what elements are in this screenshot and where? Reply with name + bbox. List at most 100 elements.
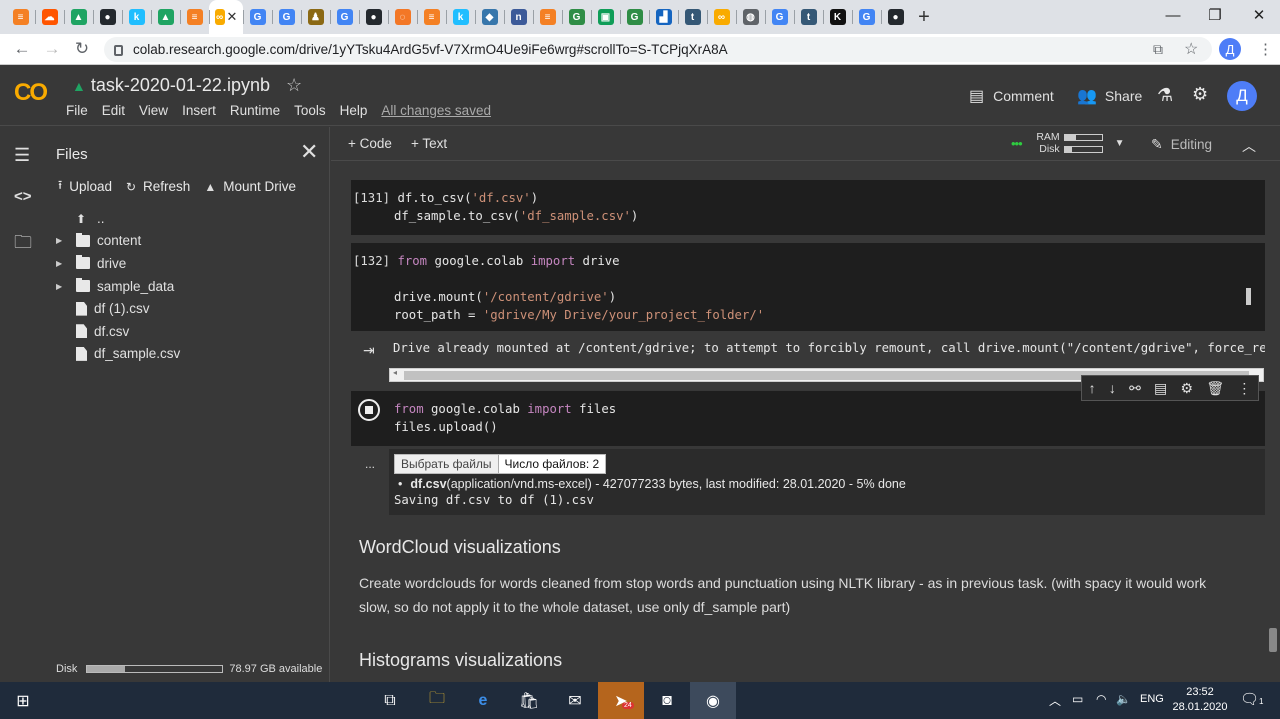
edge-browser-icon[interactable]: e — [460, 682, 506, 719]
menu-tools[interactable]: Tools — [294, 103, 326, 118]
file-item[interactable]: df (1).csv — [48, 297, 330, 320]
resources-indicator[interactable]: ••• RAM Disk ▼ — [1011, 131, 1125, 155]
files-folder-icon[interactable]: 🗀 — [14, 230, 32, 260]
menu-insert[interactable]: Insert — [182, 103, 216, 118]
folder-item[interactable]: ▶ sample_data — [48, 275, 330, 298]
code-cell-132[interactable]: [132] from google.colab import drive dri… — [351, 243, 1265, 331]
output-arrow-icon[interactable]: ⇥ — [363, 342, 375, 359]
browser-tab[interactable]: ≡ — [417, 0, 446, 34]
browser-tab[interactable]: G — [243, 0, 272, 34]
move-down-icon[interactable]: ↓ — [1109, 380, 1116, 396]
folder-item[interactable]: ▶ drive — [48, 252, 330, 275]
browser-tab[interactable]: ◌ — [388, 0, 417, 34]
close-tab-icon[interactable]: ✕ — [227, 9, 238, 25]
forward-icon[interactable]: → — [37, 34, 67, 64]
browser-tab[interactable]: k — [446, 0, 475, 34]
code-snippets-icon[interactable]: <> — [14, 188, 32, 205]
browser-tab[interactable]: n — [504, 0, 533, 34]
translate-icon[interactable]: ⧉ — [1153, 41, 1163, 58]
file-item[interactable]: df.csv — [48, 320, 330, 343]
browser-tab[interactable]: ◆ — [475, 0, 504, 34]
star-icon[interactable]: ☆ — [286, 75, 302, 96]
settings-gear-icon[interactable]: ⚙ — [1192, 84, 1208, 105]
file-chooser[interactable]: Выбрать файлы Число файлов: 2 — [394, 454, 607, 474]
browser-tab[interactable]: ● — [93, 0, 122, 34]
browser-tab[interactable]: G — [620, 0, 649, 34]
editing-mode-button[interactable]: ✎ Editing — [1151, 136, 1212, 153]
url-field[interactable]: colab.research.google.com/drive/1yYTsku4… — [104, 37, 1212, 62]
telegram-icon[interactable]: ➤ 24 — [598, 682, 644, 719]
comment-button[interactable]: ▤ Comment — [969, 86, 1054, 106]
bookmark-star-icon[interactable]: ☆ — [1184, 39, 1198, 59]
browser-tab-active[interactable]: ∞ ✕ — [209, 0, 243, 34]
browser-tab[interactable]: t — [794, 0, 823, 34]
menu-view[interactable]: View — [139, 103, 168, 118]
choose-files-button[interactable]: Выбрать файлы — [395, 455, 499, 473]
browser-tab[interactable]: ▲ — [151, 0, 180, 34]
browser-tab[interactable]: ≡ — [6, 0, 35, 34]
cell-scrollbar[interactable] — [1246, 288, 1251, 305]
browser-tab[interactable]: k — [122, 0, 151, 34]
tray-chevron-icon[interactable]: ︿ — [1049, 692, 1061, 709]
mail-icon[interactable]: ✉ — [552, 682, 598, 719]
scroll-left-icon[interactable]: ◂ — [393, 368, 397, 377]
wifi-icon[interactable]: ◠ — [1096, 692, 1106, 706]
table-of-contents-icon[interactable]: ☰ — [14, 145, 30, 166]
volume-icon[interactable]: 🔈 — [1116, 692, 1131, 706]
expand-arrow-icon[interactable]: ▶ — [56, 259, 64, 268]
browser-tab[interactable]: G — [272, 0, 301, 34]
browser-tab[interactable]: ▣ — [591, 0, 620, 34]
notebook-title[interactable]: task-2020-01-22.ipynb — [91, 75, 270, 96]
discord-icon[interactable]: ◙ — [644, 682, 690, 719]
mount-drive-button[interactable]: ▲ Mount Drive — [204, 176, 296, 197]
add-text-button[interactable]: + Text — [411, 136, 447, 151]
system-clock[interactable]: 23:52 28.01.2020 — [1168, 685, 1232, 715]
browser-tab[interactable]: t — [678, 0, 707, 34]
battery-icon[interactable]: ▭ — [1072, 692, 1083, 706]
stop-execution-icon[interactable] — [358, 399, 380, 421]
close-window-icon[interactable]: ✕ — [1236, 0, 1280, 30]
refresh-button[interactable]: ↻ Refresh — [126, 176, 190, 197]
browser-tab[interactable]: ● — [359, 0, 388, 34]
language-indicator[interactable]: ENG — [1140, 693, 1164, 705]
notifications-icon[interactable]: 🗨1 — [1240, 690, 1264, 708]
share-button[interactable]: 👥 Share — [1077, 86, 1142, 106]
add-code-button[interactable]: + Code — [348, 136, 392, 151]
menu-help[interactable]: Help — [340, 103, 368, 118]
expand-arrow-icon[interactable]: ▶ — [56, 236, 64, 245]
restore-window-icon[interactable]: ❐ — [1192, 0, 1238, 30]
saved-status[interactable]: All changes saved — [381, 103, 491, 118]
folder-item[interactable]: ▶ content — [48, 230, 330, 253]
menu-edit[interactable]: Edit — [102, 103, 125, 118]
file-explorer-icon[interactable]: 🗀 — [414, 682, 460, 719]
browser-tab[interactable]: ☁ — [35, 0, 64, 34]
browser-tab[interactable]: ▟ — [649, 0, 678, 34]
task-view-icon[interactable]: ⧉ — [367, 682, 413, 719]
windows-start-icon[interactable]: ⊞ — [0, 682, 46, 719]
browser-tab[interactable]: G — [562, 0, 591, 34]
chrome-icon[interactable]: ◉ — [690, 682, 736, 719]
browser-tab[interactable]: ● — [881, 0, 910, 34]
cell-settings-icon[interactable]: ⚙ — [1181, 380, 1194, 397]
delete-cell-icon[interactable]: 🗑 — [1206, 380, 1224, 397]
flask-icon[interactable]: ⚗ — [1157, 85, 1173, 106]
browser-menu-icon[interactable]: ⋮ — [1258, 40, 1273, 58]
menu-runtime[interactable]: Runtime — [230, 103, 280, 118]
new-tab-icon[interactable]: + — [910, 0, 938, 34]
parent-dir-item[interactable]: ⬆.. — [48, 207, 330, 230]
store-icon[interactable]: 🛍 — [506, 682, 552, 719]
minimize-window-icon[interactable]: — — [1150, 0, 1196, 30]
back-icon[interactable]: ← — [7, 34, 37, 64]
browser-tab[interactable]: ≡ — [533, 0, 562, 34]
browser-tab[interactable]: ▲ — [64, 0, 93, 34]
close-panel-icon[interactable]: ✕ — [300, 139, 318, 165]
collapse-header-icon[interactable]: ︿ — [1242, 136, 1256, 156]
notebook-vertical-scrollbar[interactable] — [1267, 162, 1280, 682]
browser-tab[interactable]: G — [765, 0, 794, 34]
browser-tab[interactable]: ∞ — [707, 0, 736, 34]
reload-icon[interactable]: ↻ — [67, 34, 97, 64]
browser-tab[interactable]: ◍ — [736, 0, 765, 34]
account-avatar[interactable]: Д — [1227, 81, 1257, 111]
code-cell-131[interactable]: [131] df.to_csv('df.csv') df_sample.to_c… — [351, 180, 1265, 235]
comment-cell-icon[interactable]: ▤ — [1154, 380, 1167, 397]
